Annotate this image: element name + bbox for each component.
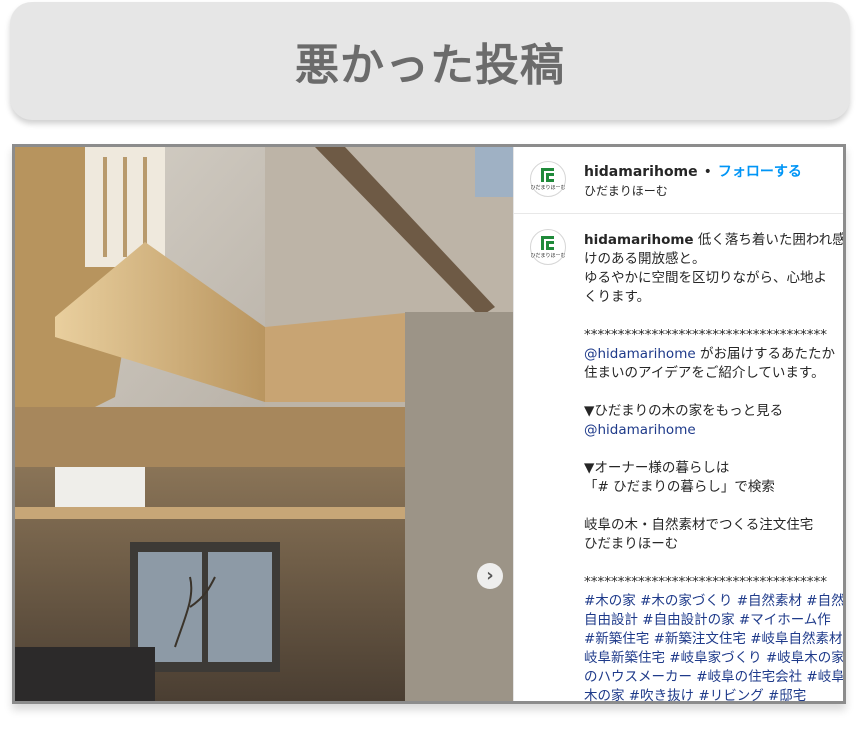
caption-text: ▼オーナー様の暮らしは — [584, 460, 730, 476]
caption-line: のハウスメーカー #岐阜の住宅会社 #岐阜 — [584, 668, 843, 687]
next-image-button[interactable]: › — [477, 563, 503, 589]
caption-username[interactable]: hidamarihome — [584, 232, 694, 248]
caption-text: ************************************ — [584, 574, 827, 590]
caption-line: 岐阜の木・自然素材でつくる注文住宅 — [584, 516, 843, 535]
hashtag-line[interactable]: #新築住宅 #新築注文住宅 #岐阜自然素材 — [584, 631, 843, 647]
header-line: hidamarihome • フォローする — [584, 161, 802, 181]
caption-text: 岐阜の木・自然素材でつくる注文住宅 — [584, 517, 814, 533]
caption-line: くります。 — [584, 288, 843, 307]
caption-line: ひだまりほーむ — [584, 535, 843, 554]
chevron-right-icon: › — [486, 565, 494, 586]
caption-text: けのある開放感と。 — [584, 251, 706, 267]
hashtag-line[interactable]: のハウスメーカー #岐阜の住宅会社 #岐阜 — [584, 669, 843, 685]
display-name: ひだまりほーむ — [584, 184, 668, 198]
interior-photo-illustration — [15, 147, 513, 701]
caption-line — [584, 554, 843, 573]
mention-link[interactable]: @hidamarihome — [584, 422, 696, 438]
post-photo[interactable]: › — [15, 147, 513, 701]
avatar-text: ひだまりほーむ — [530, 185, 566, 191]
caption-text: 住まいのアイデアをご紹介しています。 — [584, 365, 825, 381]
follow-button[interactable]: フォローする — [718, 164, 802, 180]
separator: • — [703, 164, 712, 180]
post-sidebar: ひだまりほーむ hidamarihome • フォローする ひだまりほーむ ひだまり… — [513, 147, 846, 701]
caption-line — [584, 497, 843, 516]
post-screenshot: › ひだまりほーむ hidamarihome • フォローする ひだまりほーむ — [12, 144, 846, 704]
brand-logo-icon — [541, 236, 554, 250]
caption-text: ひだまりほーむ — [584, 536, 679, 552]
caption-text: ▼ひだまりの木の家をもっと見る — [584, 403, 784, 419]
avatar[interactable]: ひだまりほーむ — [530, 161, 566, 197]
username[interactable]: hidamarihome — [584, 164, 698, 180]
caption-text: がお届けするあたたか — [695, 346, 835, 362]
caption-line: ************************************ — [584, 326, 843, 345]
hashtag-line[interactable]: 岐阜新築住宅 #岐阜家づくり #岐阜木の家 — [584, 650, 843, 666]
post-caption: hidamarihome 低く落ち着いた囲われ感 けのある開放感と。 ゆるやかに空間… — [584, 231, 846, 701]
caption-line: ▼ひだまりの木の家をもっと見る — [584, 402, 843, 421]
caption-line: ▼オーナー様の暮らしは — [584, 459, 843, 478]
hashtag-line[interactable]: #木の家 #木の家づくり #自然素材 #自然 — [584, 593, 843, 609]
caption-line: #木の家 #木の家づくり #自然素材 #自然 — [584, 592, 843, 611]
caption-line — [584, 440, 843, 459]
caption-line: hidamarihome 低く落ち着いた囲われ感 — [584, 231, 846, 250]
post-header: ひだまりほーむ hidamarihome • フォローする ひだまりほーむ — [514, 147, 843, 214]
caption-line: 自由設計 #自由設計の家 #マイホーム作 — [584, 611, 843, 630]
caption-text: ゆるやかに空間を区切りながら、心地よ — [584, 270, 827, 286]
mention-link[interactable]: @hidamarihome — [584, 346, 696, 362]
hashtag-line[interactable]: 自由設計 #自由設計の家 #マイホーム作 — [584, 612, 831, 628]
caption-line: 木の家 #吹き抜け #リビング #邸宅 — [584, 687, 843, 701]
caption-line: 住まいのアイデアをご紹介しています。 — [584, 364, 843, 383]
brand-logo-icon — [541, 168, 554, 182]
caption-line: #新築住宅 #新築注文住宅 #岐阜自然素材 — [584, 630, 843, 649]
caption-line: @hidamarihome — [584, 421, 843, 440]
caption-line: 岐阜新築住宅 #岐阜家づくり #岐阜木の家 — [584, 649, 843, 668]
caption-line: ゆるやかに空間を区切りながら、心地よ — [584, 269, 843, 288]
caption-line: けのある開放感と。 — [584, 250, 843, 269]
caption-line: @hidamarihome がお届けするあたたか — [584, 345, 843, 364]
caption-avatar[interactable]: ひだまりほーむ — [530, 229, 566, 265]
caption-line — [584, 383, 843, 402]
banner: 悪かった投稿 — [10, 2, 850, 120]
avatar-text: ひだまりほーむ — [530, 253, 566, 259]
caption-text: ************************************ — [584, 327, 827, 343]
caption-text: 「# ひだまりの暮らし」で検索 — [584, 479, 775, 495]
banner-title: 悪かった投稿 — [295, 40, 565, 91]
caption-line: ************************************ — [584, 573, 843, 592]
caption-text: 低く落ち着いた囲われ感 — [693, 232, 846, 248]
caption-line — [584, 307, 843, 326]
caption-line: 「# ひだまりの暮らし」で検索 — [584, 478, 843, 497]
caption-text: くります。 — [584, 289, 651, 305]
hashtag-line[interactable]: 木の家 #吹き抜け #リビング #邸宅 — [584, 688, 806, 701]
